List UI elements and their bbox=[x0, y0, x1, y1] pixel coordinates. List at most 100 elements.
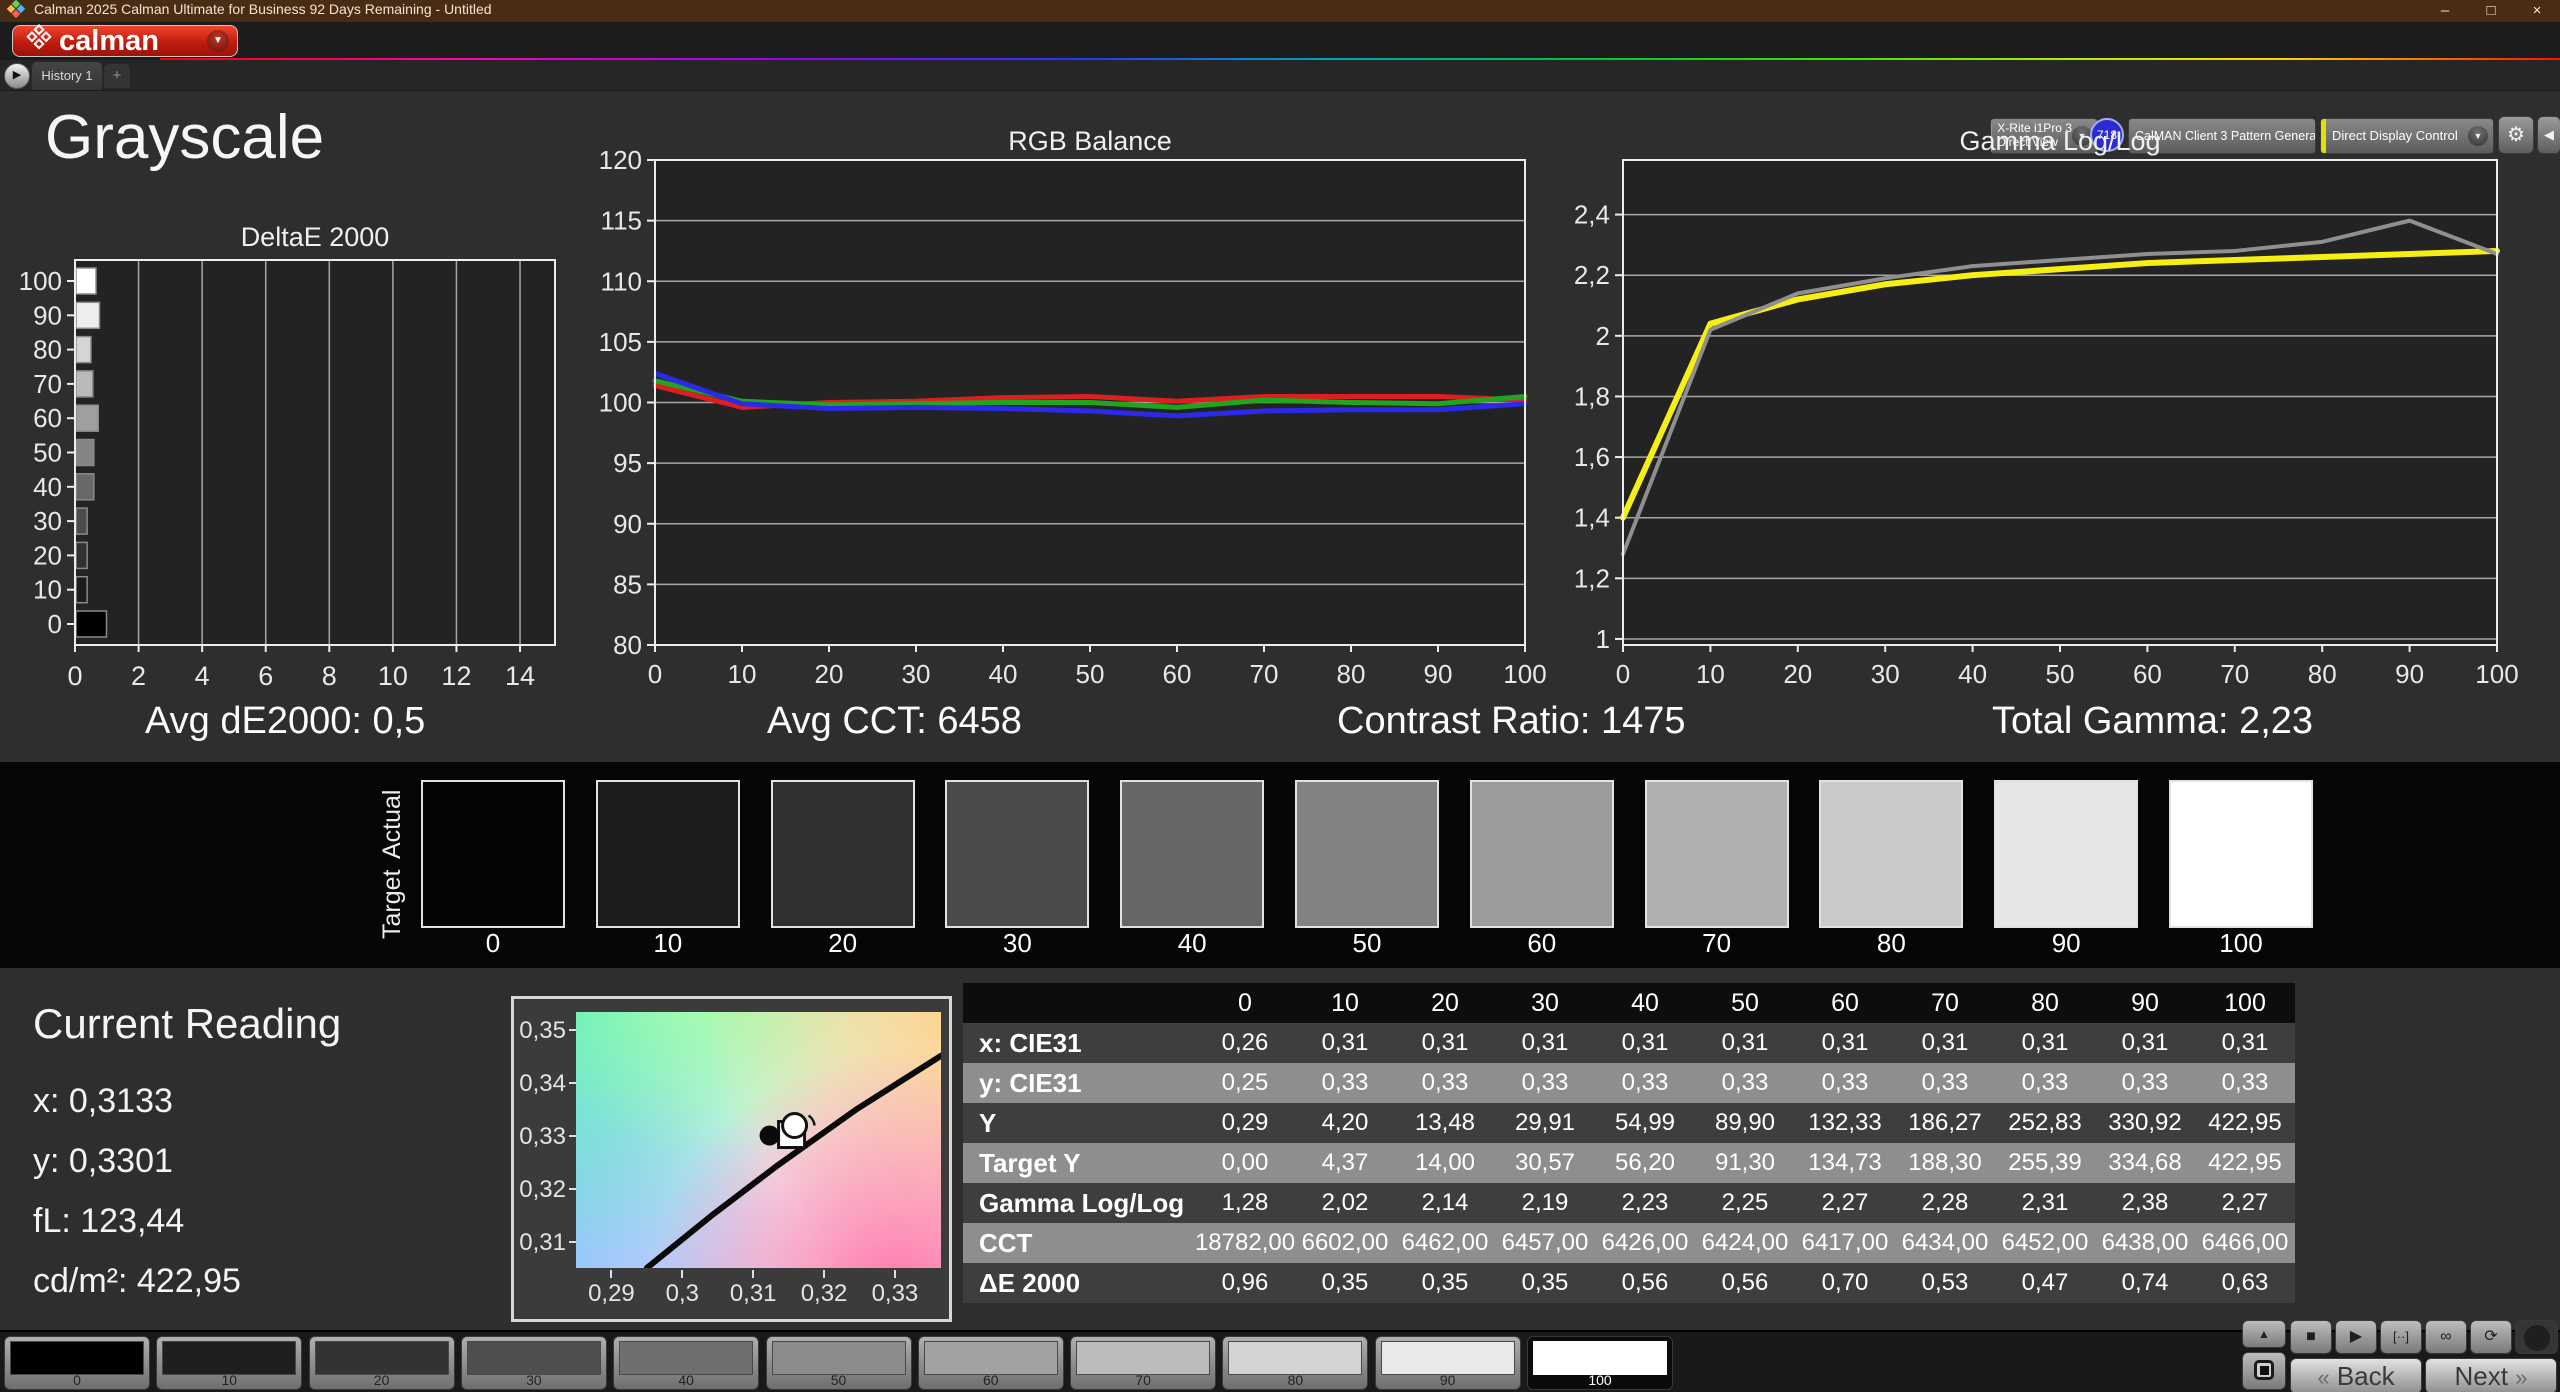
window-title: Calman 2025 Calman Ultimate for Business… bbox=[34, 1, 492, 17]
swatch-label-10: 10 bbox=[653, 928, 683, 958]
svg-text:DeltaE 2000: DeltaE 2000 bbox=[241, 226, 390, 252]
stat-contrast-ratio: Contrast Ratio: 1475 bbox=[1337, 700, 1686, 742]
table-cell-6-6: 0,70 bbox=[1795, 1263, 1895, 1303]
svg-text:4: 4 bbox=[195, 661, 210, 691]
svg-text:10: 10 bbox=[728, 659, 757, 689]
table-cell-2-5: 89,90 bbox=[1695, 1103, 1795, 1143]
minimize-button[interactable]: – bbox=[2422, 0, 2468, 22]
table-cell-3-4: 56,20 bbox=[1595, 1143, 1695, 1183]
table-header-40: 40 bbox=[1595, 983, 1695, 1023]
table-cell-6-1: 0,35 bbox=[1295, 1263, 1395, 1303]
refresh-button[interactable]: ⟳ bbox=[2470, 1320, 2512, 1354]
table-cell-2-3: 29,91 bbox=[1495, 1103, 1595, 1143]
svg-text:40: 40 bbox=[33, 472, 62, 502]
cie-gamut-plot bbox=[576, 1012, 941, 1268]
pattern-label-20: 20 bbox=[373, 1372, 390, 1388]
grayscale-swatch-strip: Actual Target 0 10 20 30 40 50 60 70 80 90 100 bbox=[0, 762, 2560, 968]
table-cell-4-8: 2,31 bbox=[1995, 1183, 2095, 1223]
logo-row: calman ▼ bbox=[0, 22, 2560, 67]
calman-menu-button[interactable]: calman ▼ bbox=[12, 24, 238, 57]
table-cell-0-9: 0,31 bbox=[2095, 1023, 2195, 1063]
pattern-button-70[interactable]: 70 bbox=[1070, 1336, 1217, 1390]
svg-text:0: 0 bbox=[648, 659, 662, 689]
table-cell-0-4: 0,31 bbox=[1595, 1023, 1695, 1063]
pattern-label-70: 70 bbox=[1135, 1372, 1151, 1388]
table-cell-5-7: 6434,00 bbox=[1895, 1223, 1995, 1263]
pattern-button-90[interactable]: 90 bbox=[1374, 1336, 1521, 1390]
table-cell-5-10: 6466,00 bbox=[2195, 1223, 2295, 1263]
pattern-button-10[interactable]: 10 bbox=[156, 1336, 303, 1390]
svg-text:30: 30 bbox=[902, 659, 931, 689]
swatch-label-0: 0 bbox=[485, 928, 501, 958]
pattern-button-40[interactable]: 40 bbox=[613, 1336, 760, 1390]
grayscale-data-table: 0 10 20 30 40 50 60 70 80 90 100 x: CIE31 0,26 0,31 0,… bbox=[963, 983, 2295, 1303]
window-frame-icon bbox=[2254, 1360, 2274, 1380]
swatch-100 bbox=[2169, 780, 2313, 928]
table-cell-1-1: 0,33 bbox=[1295, 1063, 1395, 1103]
pattern-button-80[interactable]: 80 bbox=[1222, 1336, 1369, 1390]
svg-text:60: 60 bbox=[2133, 659, 2162, 689]
table-cell-4-10: 2,27 bbox=[2195, 1183, 2295, 1223]
dark-circle-icon bbox=[2523, 1325, 2550, 1351]
calman-logo-text: calman bbox=[59, 25, 159, 57]
gamma-loglog-chart: Gamma Log/Log 1 1,2 1,4 1,6 1,8 2 2,2 2,4 0 10 20 30… bbox=[1574, 130, 2519, 689]
pattern-swatch-30 bbox=[466, 1341, 601, 1375]
svg-text:120: 120 bbox=[599, 145, 642, 175]
pattern-button-100[interactable]: 100 bbox=[1527, 1336, 1673, 1390]
table-cell-6-7: 0,53 bbox=[1895, 1263, 1995, 1303]
table-cell-5-8: 6452,00 bbox=[1995, 1223, 2095, 1263]
svg-text:20: 20 bbox=[33, 540, 62, 570]
svg-text:14: 14 bbox=[505, 661, 535, 691]
pattern-swatch-40 bbox=[619, 1341, 754, 1375]
add-tab-button[interactable]: + bbox=[104, 64, 130, 88]
pattern-swatch-10 bbox=[162, 1341, 297, 1375]
table-cell-2-6: 132,33 bbox=[1795, 1103, 1895, 1143]
svg-text:80: 80 bbox=[33, 335, 62, 365]
swatch-60 bbox=[1469, 780, 1614, 928]
pattern-window-button[interactable] bbox=[2242, 1352, 2286, 1390]
table-cell-2-7: 186,27 bbox=[1895, 1103, 1995, 1143]
continuous-measure-button[interactable]: ∞ bbox=[2425, 1320, 2467, 1354]
maximize-button[interactable]: □ bbox=[2468, 0, 2514, 22]
pattern-swatch-70 bbox=[1076, 1341, 1211, 1375]
table-header-10: 10 bbox=[1295, 983, 1395, 1023]
pattern-button-50[interactable]: 50 bbox=[765, 1336, 912, 1390]
play-button[interactable]: ▶ bbox=[2335, 1320, 2377, 1354]
measure-range-button[interactable]: [··] bbox=[2380, 1320, 2422, 1354]
table-cell-0-3: 0,31 bbox=[1495, 1023, 1595, 1063]
table-cell-0-0: 0,26 bbox=[1195, 1023, 1295, 1063]
svg-text:12: 12 bbox=[441, 661, 471, 691]
pattern-button-30[interactable]: 30 bbox=[460, 1336, 607, 1390]
table-header-80: 80 bbox=[1995, 983, 2095, 1023]
table-header-30: 30 bbox=[1495, 983, 1595, 1023]
svg-text:30: 30 bbox=[33, 506, 62, 536]
pattern-window-up-button[interactable]: ▲ bbox=[2242, 1320, 2286, 1348]
table-cell-2-1: 4,20 bbox=[1295, 1103, 1395, 1143]
swatch-label-50: 50 bbox=[1352, 928, 1382, 958]
tab-scroll-button[interactable]: ▶ bbox=[4, 63, 30, 89]
table-cell-6-0: 0,96 bbox=[1195, 1263, 1295, 1303]
table-cell-5-9: 6438,00 bbox=[2095, 1223, 2195, 1263]
svg-text:1,2: 1,2 bbox=[1574, 563, 1610, 593]
svg-text:10: 10 bbox=[1696, 659, 1725, 689]
table-header-70: 70 bbox=[1895, 983, 1995, 1023]
pattern-button-20[interactable]: 20 bbox=[308, 1336, 455, 1390]
deltae-2000-chart: DeltaE 2000 0 2 4 6 8 10 12 14 0 10 20 30 40 50 60 70 80 9… bbox=[19, 226, 556, 691]
table-cell-2-10: 422,95 bbox=[2195, 1103, 2295, 1143]
stop-button[interactable]: ■ bbox=[2290, 1320, 2332, 1354]
back-button[interactable]: « Back bbox=[2290, 1358, 2422, 1392]
pattern-label-100: 100 bbox=[1588, 1372, 1612, 1388]
table-cell-0-2: 0,31 bbox=[1395, 1023, 1495, 1063]
back-label: Back bbox=[2336, 1361, 2395, 1391]
swatch-90 bbox=[1994, 780, 2139, 928]
swatch-80 bbox=[1819, 780, 1964, 928]
table-cell-1-10: 0,33 bbox=[2195, 1063, 2295, 1103]
next-button[interactable]: Next » bbox=[2425, 1358, 2557, 1392]
swatch-40 bbox=[1120, 780, 1265, 928]
close-button[interactable]: × bbox=[2514, 0, 2560, 22]
pattern-button-0[interactable]: 0 bbox=[4, 1336, 150, 1390]
table-header-50: 50 bbox=[1695, 983, 1795, 1023]
svg-text:70: 70 bbox=[2220, 659, 2249, 689]
pattern-button-60[interactable]: 60 bbox=[917, 1336, 1064, 1390]
tab-history-1[interactable]: History 1 bbox=[32, 62, 102, 90]
